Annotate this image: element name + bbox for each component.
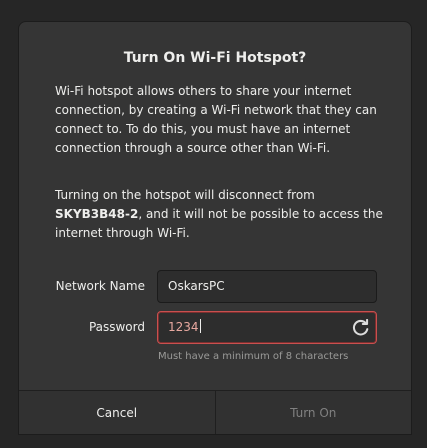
current-network-name: SKYB3B48-2 [55, 207, 139, 221]
dialog-description: Wi-Fi hotspot allows others to share you… [55, 84, 377, 155]
password-label: Password [88, 320, 145, 334]
refresh-icon[interactable] [352, 319, 370, 337]
password-input[interactable]: 1234 [157, 311, 377, 344]
cancel-button[interactable]: Cancel [19, 391, 216, 434]
warning-prefix: Turning on the hotspot will disconnect f… [55, 188, 315, 202]
text-cursor [199, 319, 201, 333]
dialog-warning: Turning on the hotspot will disconnect f… [55, 186, 385, 243]
network-name-label: Network Name [55, 279, 145, 293]
dialog-title: Turn On Wi-Fi Hotspot? [123, 50, 307, 66]
dialog-button-bar: Cancel Turn On [19, 390, 412, 434]
network-name-value: OskarsPC [168, 279, 225, 293]
turn-on-button[interactable]: Turn On [216, 391, 412, 434]
hotspot-dialog: Turn On Wi-Fi Hotspot? Wi-Fi hotspot all… [18, 21, 412, 435]
password-hint: Must have a minimum of 8 characters [158, 351, 349, 362]
password-value: 1234 [168, 320, 199, 334]
network-name-input[interactable]: OskarsPC [157, 270, 377, 303]
